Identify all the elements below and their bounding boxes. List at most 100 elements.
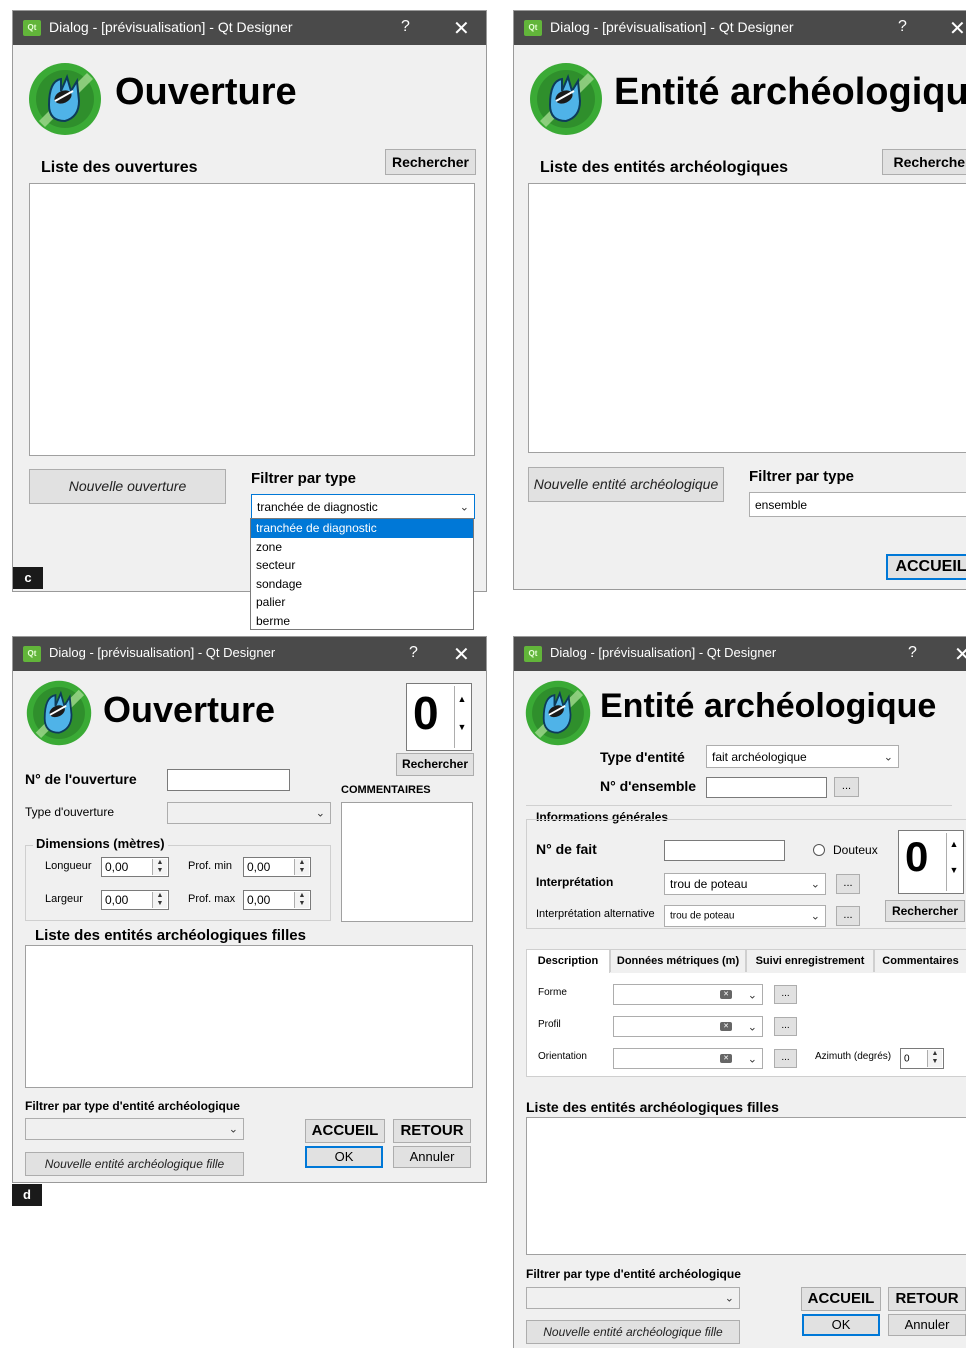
qt-designer-icon: Qt — [524, 646, 542, 662]
opening-number-input[interactable] — [167, 769, 290, 791]
orientation-browse-button[interactable]: ... — [774, 1049, 797, 1068]
search-button[interactable]: Rechercher — [885, 900, 965, 922]
new-opening-button[interactable]: Nouvelle ouverture — [29, 469, 226, 504]
orientation-combo[interactable]: ✕ ⌄ — [613, 1048, 763, 1069]
spin-arrows-icon[interactable]: ▲ ▼ — [946, 833, 961, 891]
doubtful-radio[interactable] — [813, 844, 825, 856]
fact-number-label: N° de fait — [536, 841, 597, 857]
dropdown-item[interactable]: tranchée de diagnostic — [251, 519, 473, 538]
filter-entity-combo[interactable]: ⌄ — [526, 1287, 740, 1309]
close-button[interactable]: ✕ — [453, 642, 470, 667]
profile-browse-button[interactable]: ... — [774, 1017, 797, 1036]
filter-entity-label: Filtrer par type d'entité archéologique — [25, 1099, 240, 1113]
clear-icon[interactable]: ✕ — [720, 1054, 732, 1063]
panel-label: c — [13, 567, 43, 589]
spin-arrows-icon[interactable]: ▲ ▼ — [152, 892, 167, 908]
spin-arrows-icon[interactable]: ▲ ▼ — [454, 686, 469, 748]
record-counter[interactable]: 0 ▲ ▼ — [898, 830, 964, 894]
close-button[interactable]: ✕ — [949, 16, 966, 41]
tab-recording-tracking[interactable]: Suivi enregistrement — [746, 949, 874, 972]
help-button[interactable]: ? — [409, 644, 418, 662]
openings-list[interactable] — [29, 183, 475, 456]
tab-metric-data[interactable]: Données métriques (m) — [610, 949, 746, 972]
depth-max-label: Prof. max — [188, 893, 236, 905]
search-button[interactable]: Rechercher — [882, 149, 966, 175]
length-spinbox[interactable]: 0,00 ▲ ▼ — [101, 857, 169, 877]
chevron-down-icon: ⌄ — [747, 1021, 757, 1033]
new-entity-button[interactable]: Nouvelle entité archéologique — [528, 467, 724, 502]
filter-entity-combo[interactable]: ⌄ — [25, 1118, 244, 1140]
fact-number-input[interactable] — [664, 840, 785, 861]
titlebar: Qt Dialog - [prévisualisation] - Qt Desi… — [514, 11, 966, 45]
filter-type-dropdown[interactable]: tranchée de diagnostic zone secteur sond… — [250, 518, 474, 630]
dropdown-item[interactable]: palier — [251, 593, 473, 612]
help-button[interactable]: ? — [898, 18, 907, 36]
close-button[interactable]: ✕ — [954, 642, 966, 667]
width-spinbox[interactable]: 0,00 ▲ ▼ — [101, 890, 169, 910]
spin-arrows-icon[interactable]: ▲ ▼ — [152, 859, 167, 875]
ok-button[interactable]: OK — [305, 1146, 383, 1168]
shape-combo[interactable]: ✕ ⌄ — [613, 984, 763, 1005]
tab-description[interactable]: Description — [526, 949, 610, 975]
filter-type-combo[interactable]: ensemble ⌄ — [749, 492, 966, 517]
back-button[interactable]: RETOUR — [393, 1119, 471, 1143]
clear-icon[interactable]: ✕ — [720, 1022, 732, 1031]
opening-type-label: Type d'ouverture — [25, 805, 115, 819]
close-button[interactable]: ✕ — [453, 16, 470, 41]
page-title: Ouverture — [115, 71, 297, 113]
opening-number-label: N° de l'ouverture — [25, 771, 137, 787]
help-button[interactable]: ? — [401, 18, 410, 36]
cancel-button[interactable]: Annuler — [393, 1146, 471, 1168]
interpretation-combo[interactable]: trou de poteau ⌄ — [664, 873, 826, 895]
entity-type-combo[interactable]: fait archéologique ⌄ — [706, 745, 899, 768]
alt-interpretation-browse-button[interactable]: ... — [836, 906, 860, 926]
clear-icon[interactable]: ✕ — [720, 990, 732, 999]
chevron-down-icon: ⌄ — [747, 1053, 757, 1065]
children-list[interactable] — [25, 945, 473, 1088]
search-button[interactable]: Rechercher — [385, 149, 476, 175]
search-button[interactable]: Rechercher — [396, 753, 474, 776]
filter-entity-label: Filtrer par type d'entité archéologique — [526, 1267, 741, 1281]
comments-textarea[interactable] — [341, 802, 473, 922]
ensemble-browse-button[interactable]: ... — [834, 777, 859, 797]
chevron-down-icon: ⌄ — [315, 807, 325, 820]
interpretation-browse-button[interactable]: ... — [836, 874, 860, 894]
back-button[interactable]: RETOUR — [888, 1287, 966, 1311]
home-button[interactable]: ACCUEIL — [801, 1287, 881, 1311]
chevron-down-icon: ⌄ — [724, 1292, 734, 1305]
ensemble-number-input[interactable] — [706, 777, 827, 798]
filter-type-combo[interactable]: tranchée de diagnostic ⌄ — [251, 494, 475, 519]
record-counter[interactable]: 0 ▲ ▼ — [406, 683, 472, 751]
children-list[interactable] — [526, 1117, 966, 1255]
window-ouverture-c: Qt Dialog - [prévisualisation] - Qt Desi… — [12, 10, 487, 592]
spin-arrows-icon[interactable]: ▲ ▼ — [294, 859, 309, 875]
ok-button[interactable]: OK — [802, 1314, 880, 1336]
home-button[interactable]: ACCUEIL — [886, 554, 966, 580]
tab-comments[interactable]: Commentaires — [874, 949, 966, 972]
home-button[interactable]: ACCUEIL — [305, 1119, 385, 1143]
new-child-button[interactable]: Nouvelle entité archéologique fille — [526, 1320, 740, 1344]
help-button[interactable]: ? — [908, 644, 917, 662]
dropdown-item[interactable]: secteur — [251, 556, 473, 575]
qt-designer-icon: Qt — [524, 20, 542, 36]
shape-browse-button[interactable]: ... — [774, 985, 797, 1004]
dropdown-item[interactable]: sondage — [251, 575, 473, 594]
entity-type-label: Type d'entité — [600, 749, 685, 765]
page-title: Ouverture — [103, 689, 276, 730]
dropdown-item[interactable]: zone — [251, 538, 473, 557]
azimuth-spinbox[interactable]: 0 ▲ ▼ — [900, 1048, 944, 1069]
dropdown-item[interactable]: berme — [251, 612, 473, 631]
new-child-button[interactable]: Nouvelle entité archéologique fille — [25, 1152, 244, 1176]
alt-interpretation-combo[interactable]: trou de poteau ⌄ — [664, 905, 826, 927]
depth-max-spinbox[interactable]: 0,00 ▲ ▼ — [243, 890, 311, 910]
width-label: Largeur — [45, 893, 83, 905]
cancel-button[interactable]: Annuler — [888, 1314, 966, 1336]
spin-arrows-icon[interactable]: ▲ ▼ — [927, 1050, 942, 1067]
profile-combo[interactable]: ✕ ⌄ — [613, 1016, 763, 1037]
opening-type-combo[interactable]: ⌄ — [167, 802, 331, 824]
spin-arrows-icon[interactable]: ▲ ▼ — [294, 892, 309, 908]
page-title: Entité archéologique — [600, 687, 937, 725]
depth-min-spinbox[interactable]: 0,00 ▲ ▼ — [243, 857, 311, 877]
entities-list[interactable] — [528, 183, 966, 453]
chevron-down-icon: ⌄ — [459, 501, 469, 513]
